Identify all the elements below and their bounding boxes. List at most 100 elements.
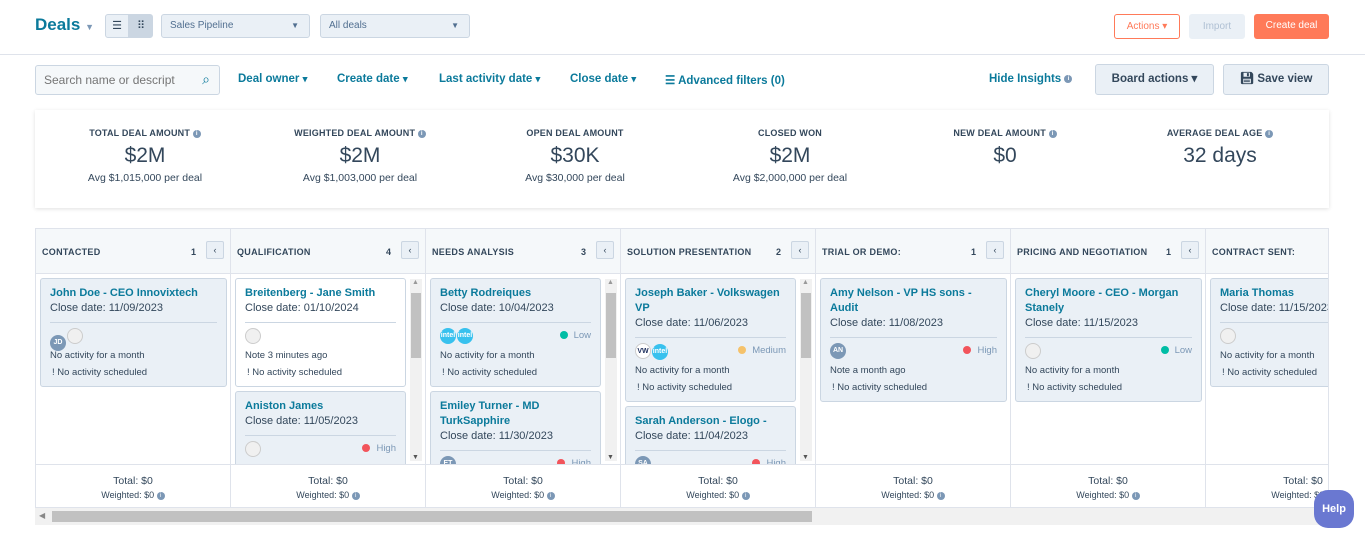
deal-name-link[interactable]: Cheryl Moore - CEO - Morgan Stanely xyxy=(1025,286,1192,316)
save-view-button[interactable]: 💾︎ Save view xyxy=(1223,64,1329,95)
deal-name-link[interactable]: John Doe - CEO Innovixtech xyxy=(50,286,217,301)
scroll-down-icon[interactable]: ▼ xyxy=(607,454,614,461)
scroll-up-icon[interactable]: ▲ xyxy=(412,279,419,286)
close-date-filter[interactable]: Close date ▾ xyxy=(570,73,636,85)
deal-name-link[interactable]: Sarah Anderson - Elogo - xyxy=(635,414,786,429)
last-activity-filter[interactable]: Last activity date ▾ xyxy=(439,73,540,85)
deal-count: 2 xyxy=(775,247,781,257)
column-scrollbar[interactable]: ▲ ▼ xyxy=(410,279,422,461)
scrollbar-thumb[interactable] xyxy=(52,511,812,522)
deal-card[interactable]: Aniston James Close date: 11/05/2023 Hig… xyxy=(235,391,406,464)
search-input[interactable] xyxy=(36,66,186,94)
view-value: All deals xyxy=(329,20,367,31)
collapse-column-button[interactable]: ‹ xyxy=(986,241,1004,259)
sliders-icon: ☰ xyxy=(665,75,676,87)
deals-title-dropdown[interactable]: Deals ▼ xyxy=(35,15,94,35)
stat-label: NEW DEAL AMOUNT xyxy=(953,128,1046,138)
total-amount: Total: $0 xyxy=(308,475,348,487)
deal-card[interactable]: Emiley Turner - MD TurkSapphire Close da… xyxy=(430,391,601,464)
column-scrollbar[interactable]: ▲ ▼ xyxy=(605,279,617,461)
deal-name-link[interactable]: Breitenberg - Jane Smith xyxy=(245,286,396,301)
stat-card: TOTAL DEAL AMOUNT i $2M Avg $1,015,000 per… xyxy=(45,128,245,184)
scrollbar-thumb[interactable] xyxy=(606,293,616,358)
deal-card[interactable]: Amy Nelson - VP HS sons - Audit Close da… xyxy=(820,278,1007,402)
total-amount: Total: $0 xyxy=(503,475,543,487)
last-activity: No activity for a month xyxy=(1220,350,1315,361)
list-view-button[interactable]: ☰ xyxy=(105,14,129,38)
deal-card[interactable]: Breitenberg - Jane Smith Close date: 01/… xyxy=(235,278,406,387)
column-header: CONTACTED 1 ‹ xyxy=(36,229,230,274)
last-activity: No activity for a month xyxy=(635,365,730,376)
create-date-filter[interactable]: Create date ▾ xyxy=(337,73,408,85)
close-date-value: 11/06/2023 xyxy=(693,317,748,329)
scrollbar-thumb[interactable] xyxy=(801,293,811,358)
scroll-down-icon[interactable]: ▼ xyxy=(412,454,419,461)
deal-name-link[interactable]: Emiley Turner - MD TurkSapphire xyxy=(440,399,591,429)
horizontal-scrollbar[interactable]: ◀ xyxy=(35,508,1329,525)
scroll-left-icon[interactable]: ◀ xyxy=(39,511,45,520)
column-footer: Total: $0 Weighted: $0 i xyxy=(231,464,425,507)
column-scrollbar[interactable]: ▲ ▼ xyxy=(800,279,812,461)
priority-badge: High xyxy=(963,345,997,356)
deal-name-link[interactable]: Joseph Baker - Volkswagen VP xyxy=(635,286,786,316)
priority-dot-icon xyxy=(559,331,568,339)
company-logo-avatar: VW xyxy=(635,343,651,359)
stage-name: TRIAL OR DEMO: xyxy=(822,247,902,257)
deal-name-link[interactable]: Betty Rodreiques xyxy=(440,286,591,301)
hide-insights-button[interactable]: Hide Insights i xyxy=(989,73,1073,85)
stage-name: CONTACTED xyxy=(42,247,101,257)
board-column: CONTACTED 1 ‹ John Doe - CEO Innovixtech C… xyxy=(36,229,231,507)
search-icon[interactable]: ⌕ xyxy=(202,71,210,88)
deal-name-link[interactable]: Maria Thomas xyxy=(1220,286,1328,301)
collapse-column-button[interactable]: ‹ xyxy=(791,241,809,259)
company-logo-avatar xyxy=(1025,343,1041,359)
column-header: CONTRACT SENT: xyxy=(1206,229,1328,274)
close-date-label: Close date: xyxy=(440,430,496,442)
deal-card[interactable]: Sarah Anderson - Elogo - Close date: 11/… xyxy=(625,406,796,464)
board-column: SOLUTION PRESENTATION 2 ‹ Joseph Baker - V… xyxy=(621,229,816,507)
board-column: NEEDS ANALYSIS 3 ‹ Betty Rodreiques Close … xyxy=(426,229,621,507)
collapse-column-button[interactable]: ‹ xyxy=(596,241,614,259)
search-box[interactable]: ⌕ xyxy=(35,65,220,95)
pipeline-select[interactable]: Sales Pipeline ▼ xyxy=(161,14,310,38)
caret-down-icon: ▼ xyxy=(451,21,459,30)
deal-card[interactable]: John Doe - CEO Innovixtech Close date: 1… xyxy=(40,278,227,387)
last-activity: Note a month ago xyxy=(830,365,906,376)
stat-card: OPEN DEAL AMOUNT $30K Avg $30,000 per dea… xyxy=(475,128,675,184)
weighted-amount: Weighted: $0 xyxy=(881,490,935,500)
collapse-column-button[interactable]: ‹ xyxy=(206,241,224,259)
close-date-value: 11/09/2023 xyxy=(108,302,163,314)
collapse-column-button[interactable]: ‹ xyxy=(1181,241,1199,259)
deal-name-link[interactable]: Aniston James xyxy=(245,399,396,414)
scroll-up-icon[interactable]: ▲ xyxy=(802,279,809,286)
collapse-column-button[interactable]: ‹ xyxy=(401,241,419,259)
close-date-label: Close date: xyxy=(635,430,691,442)
pipeline-value: Sales Pipeline xyxy=(170,20,234,31)
view-select[interactable]: All deals ▼ xyxy=(320,14,470,38)
close-date-label: Close date: xyxy=(50,302,106,314)
deal-card[interactable]: Betty Rodreiques Close date: 10/04/2023 … xyxy=(430,278,601,387)
advanced-filters-button[interactable]: ☰ Advanced filters (0) xyxy=(665,73,785,87)
deal-card[interactable]: Maria Thomas Close date: 11/15/2023 No a… xyxy=(1210,278,1328,387)
deal-owner-label: Deal owner xyxy=(238,73,300,85)
scroll-up-icon[interactable]: ▲ xyxy=(607,279,614,286)
create-deal-button[interactable]: Create deal xyxy=(1254,14,1329,39)
board-view-button[interactable]: ⠿ xyxy=(129,14,153,38)
info-icon: i xyxy=(351,491,360,500)
stat-value: 32 days xyxy=(1183,144,1257,167)
deal-owner-filter[interactable]: Deal owner ▾ xyxy=(238,73,307,85)
divider xyxy=(1025,337,1192,338)
board-column: QUALIFICATION 4 ‹ Breitenberg - Jane Smith… xyxy=(231,229,426,507)
last-activity: No activity for a month xyxy=(50,350,145,361)
scrollbar-thumb[interactable] xyxy=(411,293,421,358)
info-icon: i xyxy=(1064,74,1073,83)
scroll-down-icon[interactable]: ▼ xyxy=(802,454,809,461)
deal-card[interactable]: Joseph Baker - Volkswagen VP Close date:… xyxy=(625,278,796,402)
import-button[interactable]: Import xyxy=(1189,14,1245,39)
deal-name-link[interactable]: Amy Nelson - VP HS sons - Audit xyxy=(830,286,997,316)
priority-dot-icon xyxy=(1160,346,1169,354)
actions-button[interactable]: Actions ▾ xyxy=(1114,14,1180,39)
deal-card[interactable]: Cheryl Moore - CEO - Morgan Stanely Clos… xyxy=(1015,278,1202,402)
board-actions-button[interactable]: Board actions ▾ xyxy=(1095,64,1214,95)
help-button[interactable]: Help xyxy=(1314,490,1354,528)
